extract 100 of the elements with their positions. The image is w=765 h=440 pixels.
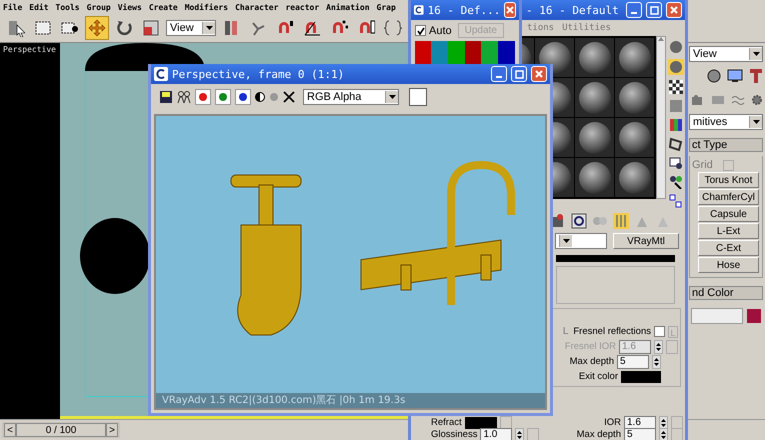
sphere-tab-icon[interactable] [707,69,721,83]
maximize-button[interactable] [511,66,527,82]
name-field[interactable] [691,308,743,324]
select-object-icon[interactable] [7,19,25,37]
dropdown-arrow-icon[interactable] [752,120,760,124]
fresnel-checkbox[interactable] [654,326,665,337]
sample-slot[interactable] [615,78,654,117]
sample-type-icon[interactable] [668,40,683,54]
camera-icon[interactable] [691,94,705,106]
gear-icon[interactable] [751,94,763,106]
sample-slot[interactable] [575,38,614,77]
angle-snap-icon[interactable] [303,19,321,37]
previous-frame-button[interactable]: < [4,423,16,437]
material-name-dropdown[interactable] [555,233,607,249]
hammer-tab-icon[interactable] [749,68,763,84]
object-type-button[interactable]: ChamferCyl [698,189,759,205]
time-slider[interactable]: < 0 / 100 > [2,421,407,439]
auto-checkbox[interactable] [415,25,426,36]
number-field[interactable]: 1.6 [624,416,656,430]
move-icon[interactable] [88,19,106,37]
number-field[interactable]: 1.0 [480,428,512,440]
clear-icon[interactable] [283,91,295,103]
braces-icon[interactable] [384,19,402,37]
checker-icon[interactable] [668,80,683,94]
color-swatch[interactable] [464,416,497,428]
view-dropdown[interactable]: View [689,46,763,62]
mirror-icon[interactable] [222,19,240,37]
material-type-button[interactable]: VRayMtl [613,233,679,249]
scrollbar[interactable] [656,36,666,199]
color-swatch[interactable] [409,88,427,106]
close-button[interactable] [666,2,682,18]
navigator-icon[interactable] [668,194,683,208]
dot-icon[interactable] [269,92,279,102]
frame-counter[interactable]: 0 / 100 [16,423,106,437]
dropdown-arrow-icon[interactable] [752,52,760,56]
menu-item[interactable]: Tools [56,2,80,12]
scroll-up-icon[interactable] [658,37,664,41]
waves-icon[interactable] [731,94,745,106]
time-slider-thumb[interactable]: < 0 / 100 > [2,422,120,438]
menu-item[interactable]: Views [118,2,142,12]
sample-slot[interactable] [575,118,614,157]
sample-slot[interactable] [615,38,654,77]
menu-item[interactable]: File [3,2,22,12]
monochrome-icon[interactable] [255,92,265,102]
next-frame-button[interactable]: > [106,423,118,437]
put-to-library-icon[interactable] [550,213,566,229]
maximize-icon[interactable] [650,6,658,14]
object-type-button[interactable]: Capsule [698,206,759,222]
sample-slot[interactable] [575,158,614,197]
menu-item[interactable]: Edit [29,2,49,12]
object-type-button[interactable]: Hose [698,257,759,273]
rectangle-selection-icon[interactable] [34,19,52,37]
minimize-button[interactable] [491,66,507,82]
spinner-icon[interactable] [656,342,661,350]
dropdown-arrow-icon[interactable] [206,26,212,30]
channel-dropdown[interactable]: RGB Alpha [303,89,399,105]
maximize-icon[interactable] [514,70,524,78]
object-type-button[interactable]: C-Ext [698,240,759,256]
scale-icon[interactable] [142,19,160,37]
select-by-material-icon[interactable] [668,175,683,189]
menu-item[interactable]: Character [235,2,278,12]
dropdown-arrow-icon[interactable] [562,239,570,243]
color-swatch[interactable] [747,309,761,323]
clone-icon[interactable] [177,90,191,104]
sample-slot[interactable] [615,158,654,197]
number-field[interactable]: 5 [617,354,649,368]
color-swatch[interactable] [621,370,661,382]
view-dropdown[interactable]: View [166,20,216,36]
menu-item[interactable]: Animation [326,2,370,12]
sample-slot[interactable] [615,118,654,157]
channel-toggle-button[interactable] [235,89,251,105]
sample-slot[interactable] [575,78,614,117]
rollout-header[interactable]: nd Color [689,286,763,300]
save-icon[interactable] [159,90,173,104]
dropdown-arrow-icon[interactable] [388,95,396,99]
maximize-button[interactable] [646,2,662,18]
options-icon[interactable] [668,156,683,170]
close-icon[interactable] [506,6,514,14]
menu-item[interactable]: reactor [285,2,320,12]
category-dropdown[interactable]: mitives [689,114,763,130]
monitor-tab-icon[interactable] [727,69,743,83]
number-field[interactable]: 5 [624,428,656,440]
rotate-icon[interactable] [115,19,133,37]
rollout-header[interactable]: ct Type [689,138,763,152]
close-button[interactable] [504,2,516,18]
menu-item[interactable]: Grap [376,2,396,12]
channel-toggle-button[interactable] [195,89,211,105]
menu-item[interactable]: Create [148,2,178,12]
spinner-icon[interactable] [654,358,659,366]
backlight-icon[interactable] [668,59,684,75]
menu-item[interactable]: Modifiers [184,2,228,12]
material-id-icon[interactable] [571,213,587,229]
color-bars-icon[interactable] [668,118,683,132]
spinner-icon[interactable] [661,430,666,438]
close-button[interactable] [531,66,547,82]
channel-toggle-button[interactable] [215,89,231,105]
grid-checkbox[interactable] [722,160,734,170]
minimize-button[interactable] [626,2,642,18]
close-icon[interactable] [535,70,543,78]
close-icon[interactable] [670,6,678,14]
